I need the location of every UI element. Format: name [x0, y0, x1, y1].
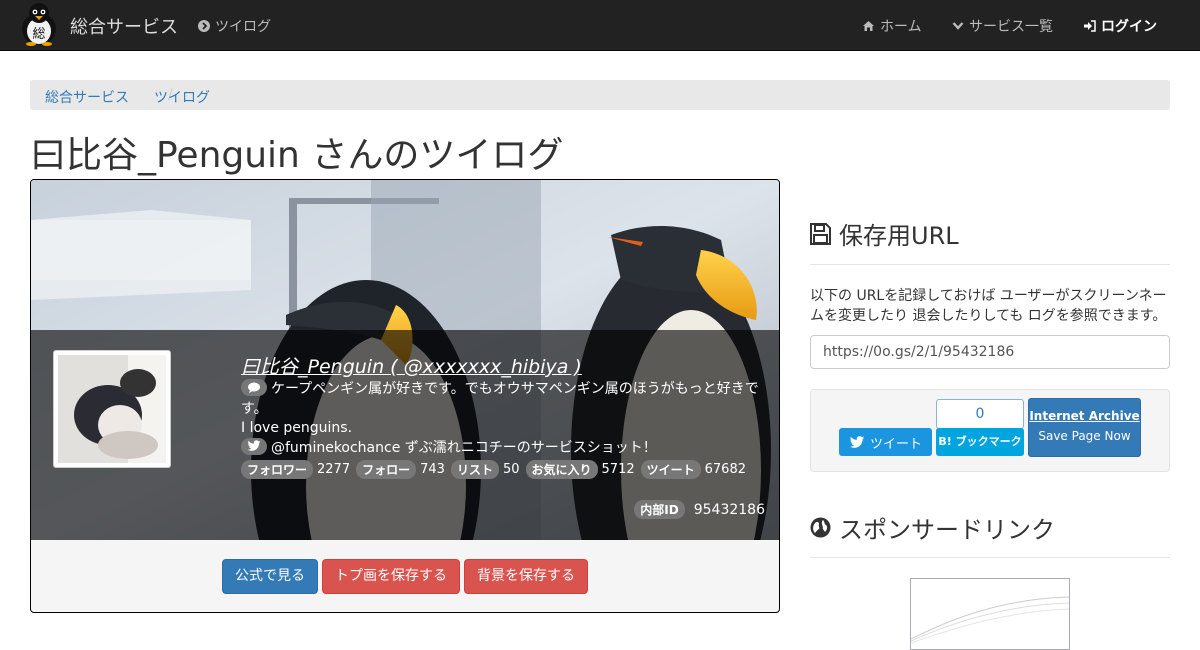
- navbar: 総 総合サービス ツイログ ホーム サービス一覧 ログイン: [0, 0, 1200, 51]
- bio-line-1: ケープペンギン属が好きです。でもオウサマペンギン属のほうがもっと好きで: [271, 381, 759, 397]
- profile-card: 曰比谷_Penguin ( @xxxxxxx_hibiya ) ケープペンギン属…: [30, 179, 780, 613]
- hatena-bookmark-button[interactable]: B! ブックマーク: [936, 428, 1024, 456]
- tweet-button-label: ツイート: [869, 436, 922, 452]
- share-panel: ツイート 0 B! ブックマーク Internet Archive Save P…: [810, 389, 1170, 472]
- internal-id: 内部ID 95432186: [634, 500, 765, 519]
- bio-line-3: I love penguins.: [241, 420, 353, 436]
- internal-id-label: 内部ID: [634, 500, 685, 519]
- stat-following-value: 743: [420, 462, 445, 477]
- permanent-url-input[interactable]: [810, 335, 1170, 369]
- stat-favorites-label: お気に入り: [525, 460, 598, 479]
- breadcrumb-home[interactable]: 総合サービス: [45, 87, 129, 107]
- twitter-icon: [241, 438, 267, 455]
- stat-favorites-value: 5712: [601, 462, 635, 477]
- nav-home-link[interactable]: ホーム: [862, 16, 922, 36]
- profile-bio: ケープペンギン属が好きです。でもオウサマペンギン属のほうがもっと好きで: [241, 379, 759, 399]
- stat-followers-value: 2277: [317, 462, 351, 477]
- internet-archive-button[interactable]: Internet Archive Save Page Now: [1028, 398, 1141, 457]
- save-url-description: 以下の URLを記録しておけば ユーザーがスクリーンネームを変更したり 退会した…: [810, 288, 1167, 324]
- stat-following-label: フォロー: [356, 460, 417, 479]
- internal-id-value: 95432186: [693, 501, 765, 518]
- breadcrumb-current[interactable]: ツイログ: [154, 87, 210, 107]
- profile-name-link[interactable]: 曰比谷_Penguin ( @xxxxxxx_hibiya ): [241, 352, 582, 379]
- view-official-button[interactable]: 公式で見る: [222, 559, 318, 594]
- nav-login-link[interactable]: ログイン: [1083, 16, 1157, 36]
- internet-archive-title: Internet Archive: [1029, 409, 1140, 423]
- stat-tweets-value: 67682: [704, 462, 746, 477]
- globe-icon: [810, 517, 831, 538]
- divider: [810, 557, 1170, 558]
- chevron-down-icon: [952, 22, 964, 30]
- comment-icon: [241, 379, 267, 396]
- profile-stats: フォロワー 2277 フォロー 743 リスト 50 お気に入り 5712 ツイート 67…: [241, 460, 752, 479]
- stat-lists-label: リスト: [450, 460, 499, 479]
- home-icon: [863, 21, 874, 31]
- nav-services-label: サービス一覧: [969, 19, 1053, 35]
- profile-location: @fuminekochance ずぶ濡れニコチーのサービスショット！: [241, 438, 657, 458]
- nav-section-label: ツイログ: [215, 19, 271, 35]
- avatar[interactable]: [53, 350, 171, 468]
- nav-section-link[interactable]: ツイログ: [198, 16, 271, 36]
- location-text: @fuminekochance ずぶ濡れニコチーのサービスショット！: [271, 440, 657, 456]
- profile-actions: 公式で見る トプ画を保存する 背景を保存する: [31, 559, 779, 594]
- save-url-heading: 保存用URL: [810, 216, 959, 251]
- save-url-heading-text: 保存用URL: [839, 222, 959, 250]
- save-background-button[interactable]: 背景を保存する: [464, 559, 588, 594]
- stat-followers-label: フォロワー: [241, 460, 314, 479]
- sign-in-icon: [1084, 20, 1096, 32]
- nav-login-label: ログイン: [1101, 19, 1157, 35]
- brand-link[interactable]: 総合サービス: [70, 13, 178, 39]
- hatena-bookmark-count: 0: [936, 399, 1024, 429]
- ad-image: [911, 596, 1069, 644]
- logo-text: 総: [32, 27, 45, 42]
- nav-services-link[interactable]: サービス一覧: [952, 16, 1053, 36]
- breadcrumb: 総合サービス / ツイログ: [30, 80, 1170, 110]
- tweet-button[interactable]: ツイート: [839, 428, 932, 456]
- ad-banner[interactable]: [910, 578, 1070, 650]
- save-page-now-label: Save Page Now: [1038, 429, 1131, 443]
- penguin-logo-icon[interactable]: 総: [18, 2, 60, 46]
- sponsor-heading: スポンサードリンク: [810, 510, 1055, 545]
- page-title: 曰比谷_Penguin さんのツイログ: [30, 135, 564, 176]
- floppy-disk-icon: [810, 222, 831, 245]
- chevron-circle-right-icon: [198, 20, 210, 32]
- avatar-image: [58, 355, 166, 463]
- twitter-bird-icon: [849, 435, 865, 448]
- divider: [810, 264, 1170, 265]
- save-icon-button[interactable]: トプ画を保存する: [322, 559, 460, 594]
- stat-tweets-label: ツイート: [640, 460, 701, 479]
- bio-line-2: す。: [241, 401, 268, 417]
- stat-lists-value: 50: [502, 462, 520, 477]
- nav-home-label: ホーム: [880, 19, 922, 35]
- sponsor-heading-text: スポンサードリンク: [839, 516, 1055, 544]
